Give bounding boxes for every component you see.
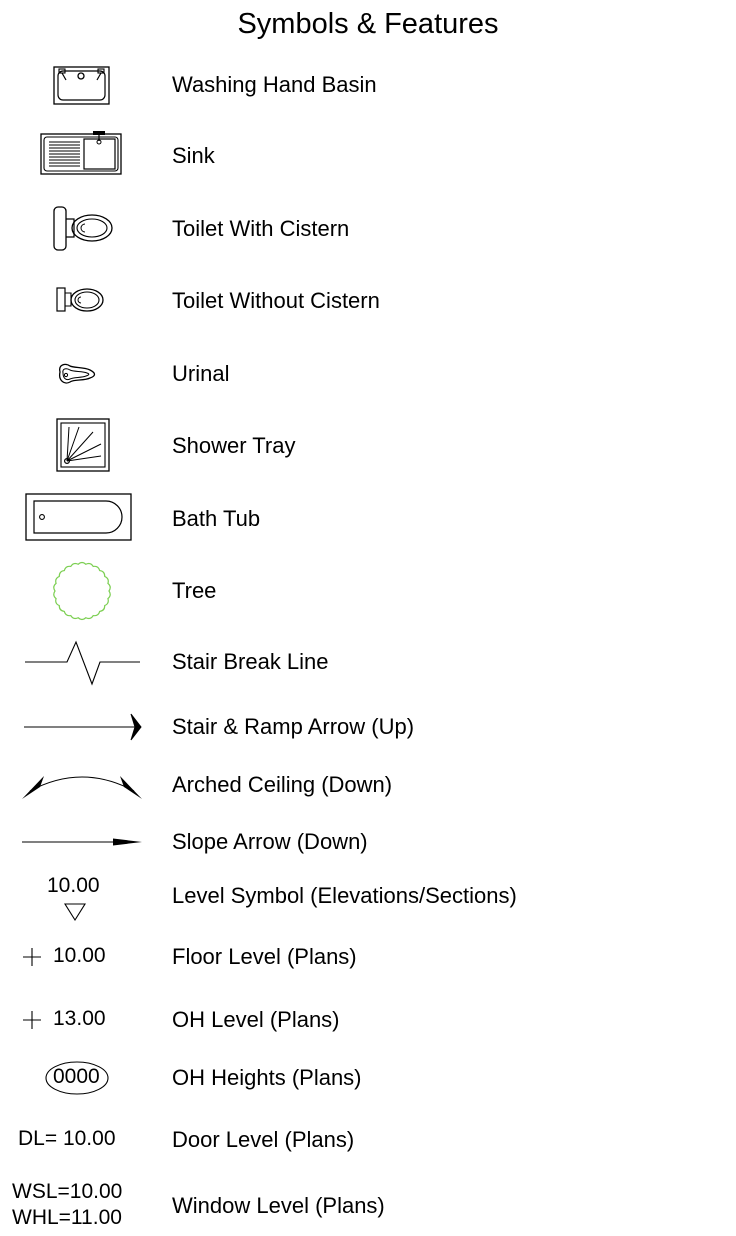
legend-row-shower-tray: Shower Tray [0,416,736,476]
legend-row-toilet-with-cistern: Toilet With Cistern [0,199,736,259]
legend-label: Floor Level (Plans) [172,944,357,969]
legend-row-bath-tub: Bath Tub [0,489,736,549]
stair-ramp-arrow-icon [24,713,142,741]
legend-row-sink: Sink [0,126,736,186]
legend-label: Sink [172,143,215,168]
legend-label: Door Level (Plans) [172,1127,355,1152]
level-value: 10.00 [47,874,100,897]
legend-label: Shower Tray [172,433,296,458]
window-head-level-value: WHL=11.00 [12,1206,122,1229]
legend-label: Arched Ceiling (Down) [172,772,393,797]
page-title: Symbols & Features [237,8,499,40]
legend-label: Slope Arrow (Down) [172,829,368,854]
legend-label: OH Heights (Plans) [172,1065,362,1090]
legend-row-arched-ceiling: Arched Ceiling (Down) [0,755,736,815]
door-level-value: DL= 10.00 [18,1127,116,1150]
legend-label: Window Level (Plans) [172,1193,385,1218]
legend-label: Bath Tub [172,506,261,531]
toilet-without-cistern-icon [56,287,104,312]
legend-row-oh-heights: 0000 OH Heights (Plans) [0,1048,736,1108]
legend-label: OH Level (Plans) [172,1007,340,1032]
window-sill-level-value: WSL=10.00 [12,1180,123,1203]
arched-ceiling-icon [22,776,142,799]
legend-row-washing-hand-basin: Washing Hand Basin [0,55,736,115]
legend-label: Toilet With Cistern [172,216,350,241]
tree-icon [53,561,111,621]
legend-label: Toilet Without Cistern [172,288,380,313]
floor-level-value: 10.00 [53,944,106,967]
slope-arrow-icon [22,838,142,846]
legend-row-stair-ramp-arrow: Stair & Ramp Arrow (Up) [0,697,736,757]
legend-label: Level Symbol (Elevations/Sections) [172,883,517,908]
sink-icon [40,131,122,175]
washing-hand-basin-icon [53,66,110,105]
toilet-with-cistern-icon [53,206,113,251]
legend-row-toilet-without-cistern: Toilet Without Cistern [0,271,736,331]
legend-label: Stair & Ramp Arrow (Up) [172,714,415,739]
oh-heights-value: 0000 [53,1065,100,1088]
urinal-icon [59,363,96,384]
legend-label: Tree [172,578,217,603]
legend-row-stair-break-line: Stair Break Line [0,632,736,692]
oh-level-value: 13.00 [53,1007,106,1030]
stair-break-line-icon [25,640,140,686]
shower-tray-icon [56,418,110,472]
legend-row-tree: Tree [0,561,736,621]
legend-row-slope-arrow: Slope Arrow (Down) [0,812,736,872]
legend-row-level-symbol: 10.00 Level Symbol (Elevations/Sections) [0,866,736,926]
legend-row-door-level: DL= 10.00 Door Level (Plans) [0,1110,736,1170]
bath-tub-icon [25,493,132,541]
legend-row-oh-level: 13.00 OH Level (Plans) [0,990,736,1050]
legend-row-floor-level: 10.00 Floor Level (Plans) [0,927,736,987]
legend-row-urinal: Urinal [0,344,736,404]
legend-label: Urinal [172,361,230,386]
legend-row-window-level: WSL=10.00 WHL=11.00 Window Level (Plans) [0,1176,736,1236]
legend-label: Washing Hand Basin [172,72,377,97]
legend-label: Stair Break Line [172,649,329,674]
